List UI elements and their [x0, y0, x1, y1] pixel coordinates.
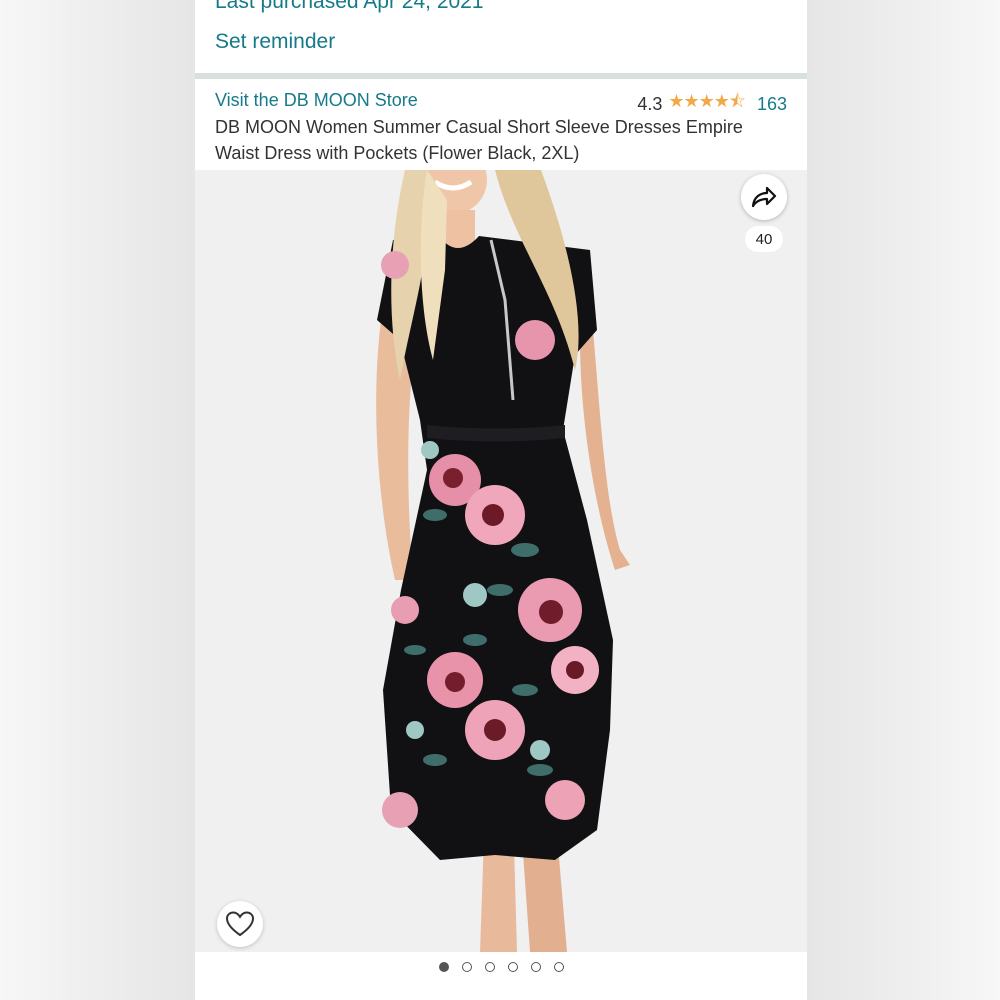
heart-icon — [225, 911, 255, 937]
left-background — [0, 0, 195, 1000]
product-image-carousel[interactable] — [195, 170, 807, 952]
rating-value: 4.3 — [637, 93, 663, 114]
product-photo — [195, 170, 807, 952]
carousel-dot[interactable] — [553, 962, 564, 972]
carousel-indicator — [195, 962, 807, 972]
share-count-badge: 40 — [745, 226, 783, 252]
last-purchased-text: Last purchased Apr 24, 2021 — [215, 0, 484, 13]
product-title: DB MOON Women Summer Casual Short Sleeve… — [215, 117, 743, 163]
carousel-dot[interactable] — [530, 962, 541, 972]
share-button[interactable] — [741, 174, 787, 220]
section-divider — [195, 73, 807, 79]
review-count-link[interactable]: 163 — [757, 94, 787, 115]
carousel-dot[interactable] — [484, 962, 495, 972]
add-to-wishlist-button[interactable] — [217, 901, 263, 947]
set-reminder-link[interactable]: Set reminder — [215, 30, 335, 54]
product-page: Last purchased Apr 24, 2021 Set reminder… — [195, 0, 807, 1000]
carousel-dot[interactable] — [461, 962, 472, 972]
carousel-dot[interactable] — [507, 962, 518, 972]
share-arrow-icon — [751, 186, 777, 208]
carousel-dot[interactable] — [438, 962, 449, 972]
visit-store-link[interactable]: Visit the DB MOON Store — [215, 90, 418, 111]
right-background — [805, 0, 1000, 1000]
